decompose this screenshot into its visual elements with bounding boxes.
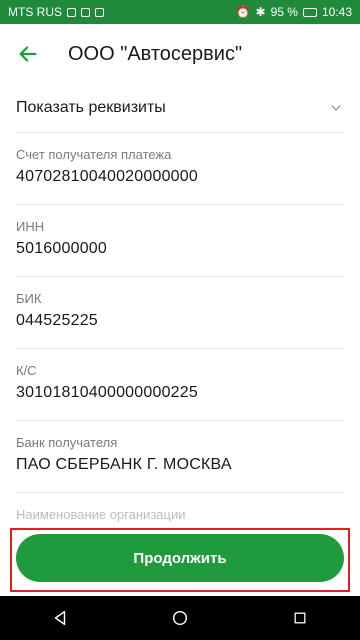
back-button[interactable] [0, 24, 56, 84]
field-organization: Наименование организации [16, 493, 344, 524]
field-value: 30101810400000000225 [16, 384, 198, 401]
field-label: К/С [16, 363, 37, 378]
status-bar: MTS RUS ⏰ ✱ 95 % 10:43 [0, 0, 360, 24]
carrier-label: MTS RUS [8, 5, 62, 19]
show-requisites-label: Показать реквизиты [16, 99, 166, 116]
field-value: ПАО СБЕРБАНК Г. МОСКВА [16, 456, 232, 473]
show-requisites-toggle[interactable]: Показать реквизиты [16, 84, 344, 133]
page-title: ООО "Автосервис" [68, 42, 243, 65]
field-label: Наименование организации [16, 507, 186, 522]
nav-home-button[interactable] [160, 598, 200, 638]
field-label: ИНН [16, 219, 45, 234]
field-account: Счет получателя платежа 4070281004002000… [16, 133, 344, 205]
bluetooth-icon: ✱ [255, 5, 266, 19]
field-value: 40702810040020000000 [16, 168, 198, 185]
arrow-left-icon [19, 46, 37, 62]
field-bik: БИК 044525225 [16, 277, 344, 349]
circle-home-icon [172, 610, 188, 626]
field-value: 044525225 [16, 312, 98, 329]
nav-recents-button[interactable] [280, 598, 320, 638]
alarm-icon: ⏰ [235, 5, 251, 19]
field-inn: ИНН 5016000000 [16, 205, 344, 277]
details-panel: Показать реквизиты Счет получателя плате… [0, 84, 360, 524]
notification-icon [81, 7, 90, 17]
battery-icon [302, 7, 317, 17]
chevron-down-icon [331, 105, 341, 111]
field-label: БИК [16, 291, 42, 306]
continue-button[interactable]: Продолжить [16, 534, 344, 582]
navigation-bar [0, 596, 360, 640]
field-label: Счет получателя платежа [16, 147, 172, 162]
notification-icon [67, 7, 76, 17]
app-bar: ООО "Автосервис" [0, 24, 360, 84]
square-recents-icon [294, 612, 306, 624]
field-value: 5016000000 [16, 240, 107, 257]
field-ks: К/С 30101810400000000225 [16, 349, 344, 421]
instagram-icon [95, 7, 104, 17]
clock: 10:43 [321, 5, 352, 19]
battery-label: 95 % [270, 5, 298, 19]
nav-back-button[interactable] [40, 598, 80, 638]
field-bank: Банк получателя ПАО СБЕРБАНК Г. МОСКВА [16, 421, 344, 493]
triangle-back-icon [54, 610, 66, 626]
action-area: Продолжить [0, 524, 360, 596]
field-label: Банк получателя [16, 435, 118, 450]
